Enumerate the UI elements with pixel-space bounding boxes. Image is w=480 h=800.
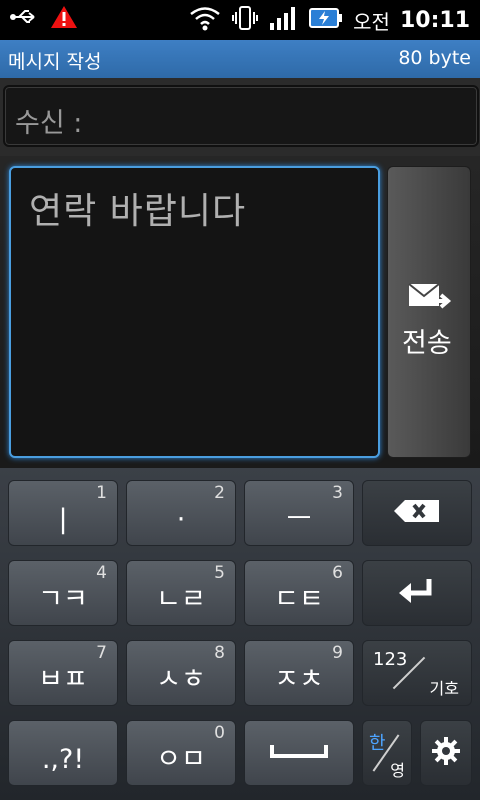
page-title: 메시지 작성 — [8, 51, 102, 73]
key-2[interactable]: 2 · — [126, 480, 236, 546]
key-5[interactable]: 5 ㄴㄹ — [126, 560, 236, 626]
punctuation-key[interactable]: .,?! — [8, 720, 118, 786]
status-bar: 오전 10:11 — [0, 0, 480, 38]
enter-icon — [397, 576, 437, 610]
key-number: 7 — [96, 643, 107, 663]
key-label: ㅡ — [286, 504, 312, 535]
send-message-icon — [407, 279, 453, 317]
title-bar: 메시지 작성 80 byte — [0, 40, 480, 78]
battery-charging-icon — [309, 6, 343, 34]
space-icon — [269, 741, 329, 765]
backspace-key[interactable] — [362, 480, 472, 546]
key-7[interactable]: 7 ㅂㅍ — [8, 640, 118, 706]
language-key-english-label: 영 — [390, 761, 405, 780]
key-label: · — [176, 504, 186, 535]
keyboard: 1 | 2 · 3 ㅡ 4 ㄱㅋ 5 ㄴㄹ 6 ㄷㅌ 7 ㅂㅍ 8 ㅅㅎ 9 ㅈ… — [0, 468, 480, 800]
key-9[interactable]: 9 ㅈㅊ — [244, 640, 354, 706]
symbol-key-symbol-label: 기호 — [429, 679, 459, 698]
key-number: 5 — [214, 563, 225, 583]
key-number: 3 — [332, 483, 343, 503]
key-6[interactable]: 6 ㄷㅌ — [244, 560, 354, 626]
recipient-panel: 수신 : — [0, 78, 480, 156]
gear-icon — [431, 736, 461, 770]
key-label: ㄷㅌ — [274, 584, 324, 615]
key-number: 2 — [214, 483, 225, 503]
key-number: 4 — [96, 563, 107, 583]
key-number: 6 — [332, 563, 343, 583]
send-label: 전송 — [402, 328, 452, 359]
key-label: ㅅㅎ — [156, 664, 206, 695]
key-label: | — [58, 504, 68, 535]
symbol-key[interactable]: 123 기호 — [362, 640, 472, 706]
message-input[interactable]: 연락 바랍니다 — [9, 166, 380, 458]
compose-panel: 연락 바랍니다 전송 — [0, 156, 480, 468]
usb-icon — [10, 7, 40, 31]
key-label: ㅇㅁ — [156, 744, 206, 775]
key-1[interactable]: 1 | — [8, 480, 118, 546]
message-text: 연락 바랍니다 — [29, 191, 247, 232]
key-number: 9 — [332, 643, 343, 663]
enter-key[interactable] — [362, 560, 472, 626]
backspace-icon — [393, 498, 441, 528]
key-label: ㄱㅋ — [38, 584, 88, 615]
key-0[interactable]: 0 ㅇㅁ — [126, 720, 236, 786]
key-label: ㅈㅊ — [274, 664, 324, 695]
settings-key[interactable] — [420, 720, 472, 786]
recipient-label: 수신 : — [15, 108, 83, 139]
key-4[interactable]: 4 ㄱㅋ — [8, 560, 118, 626]
status-ampm: 오전 — [353, 9, 390, 34]
vibrate-icon — [231, 4, 259, 36]
language-key[interactable]: 한 영 — [362, 720, 412, 786]
signal-icon — [269, 5, 299, 35]
symbol-key-number-label: 123 — [373, 649, 408, 670]
warning-icon — [50, 4, 78, 34]
byte-counter: 80 byte — [398, 47, 471, 69]
recipient-field[interactable]: 수신 : — [3, 85, 479, 147]
key-number: 8 — [214, 643, 225, 663]
key-label: ㅂㅍ — [38, 664, 88, 695]
send-button[interactable]: 전송 — [387, 166, 471, 458]
language-key-korean-label: 한 — [369, 733, 386, 754]
wifi-icon — [189, 5, 221, 35]
key-3[interactable]: 3 ㅡ — [244, 480, 354, 546]
key-label: .,?! — [41, 744, 85, 775]
key-number: 1 — [96, 483, 107, 503]
status-clock: 10:11 — [399, 7, 470, 33]
key-number: 0 — [214, 723, 225, 743]
space-key[interactable] — [244, 720, 354, 786]
key-8[interactable]: 8 ㅅㅎ — [126, 640, 236, 706]
key-label: ㄴㄹ — [156, 584, 206, 615]
